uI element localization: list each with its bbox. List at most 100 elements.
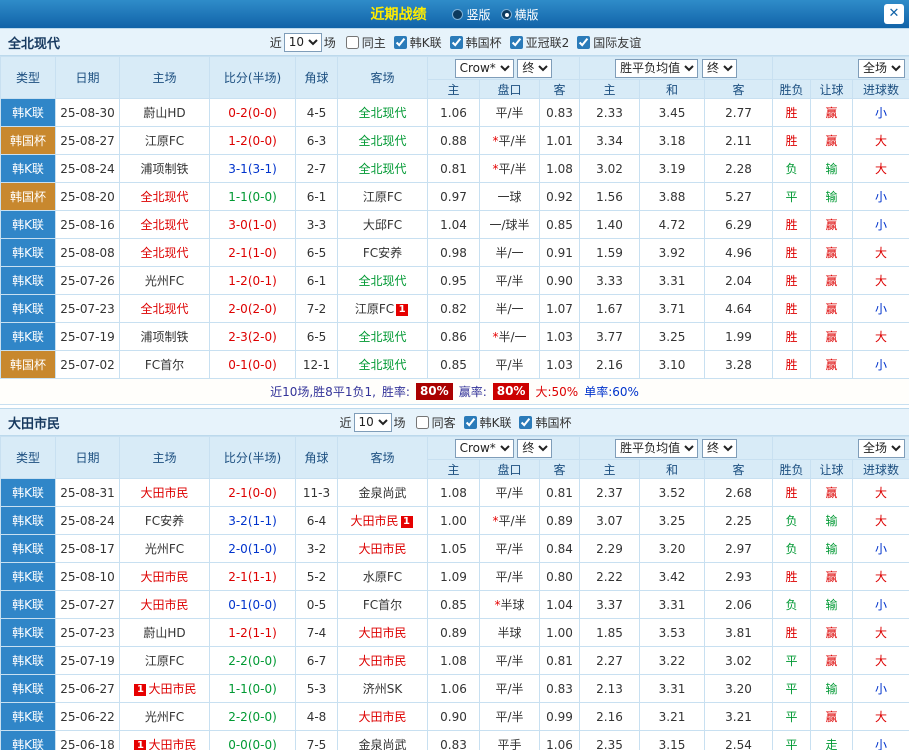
euro-home-odds: 1.85 — [579, 618, 641, 647]
league-checkbox-korcup[interactable] — [449, 35, 463, 49]
result-outcome: 负 — [772, 590, 812, 619]
over-rate-text: 大:50% — [535, 385, 579, 399]
asian-final-select[interactable]: 终 — [517, 438, 553, 458]
horizontal-layout-label[interactable]: 横版 — [515, 6, 539, 23]
euro-average-select[interactable]: 胜平负均值 — [615, 58, 699, 78]
vertical-layout-radio[interactable] — [452, 8, 464, 20]
league-filter-kleague[interactable]: 韩K联 — [456, 414, 511, 431]
euro-home-odds: 2.22 — [579, 562, 641, 591]
euro-draw-odds: 3.31 — [639, 590, 706, 619]
same-away-filter[interactable]: 同客 — [408, 414, 456, 431]
horizontal-layout-radio[interactable] — [500, 8, 512, 20]
league-checkbox-acl2[interactable] — [509, 35, 523, 49]
league-checkbox-kleague[interactable] — [393, 35, 407, 49]
recent-count-select[interactable]: 10 — [283, 32, 322, 52]
asterisk-mark: * — [492, 134, 499, 148]
away-team-cell: 济州SK — [337, 674, 428, 703]
home-team-cell: 全北现代 — [119, 294, 210, 323]
date-cell: 25-08-08 — [55, 238, 120, 267]
result-goals: 大 — [852, 506, 909, 535]
corners-cell: 6-5 — [295, 322, 338, 351]
league-filter-korcup[interactable]: 韩国杯 — [511, 414, 571, 431]
section1-team-name: 全北现代 — [8, 36, 61, 52]
asian-away-odds: 0.91 — [538, 238, 581, 267]
scope-select[interactable]: 全场 — [858, 58, 906, 78]
league-label: 韩国杯 — [535, 415, 572, 430]
euro-away-odds: 3.02 — [704, 646, 774, 675]
result-outcome: 胜 — [772, 350, 812, 379]
recent-count-select[interactable]: 10 — [353, 412, 392, 432]
euro-draw-odds: 3.42 — [639, 562, 706, 591]
away-team-cell: 全北现代 — [337, 126, 428, 155]
score-cell: 3-0(1-0) — [209, 210, 296, 239]
league-cell: 韩K联 — [0, 674, 56, 703]
league-filter-kleague[interactable]: 韩K联 — [386, 34, 442, 51]
same-away-checkbox[interactable] — [415, 415, 429, 429]
euro-draw-header: 和 — [639, 459, 706, 479]
same-home-filter[interactable]: 同主 — [338, 34, 386, 51]
home-team-cell: 江原FC — [119, 126, 210, 155]
asian-handicap: 平/半 — [479, 534, 540, 563]
vertical-layout-label[interactable]: 竖版 — [466, 6, 490, 23]
bookmaker-select[interactable]: Crow* — [454, 438, 514, 458]
asian-final-select[interactable]: 终 — [517, 58, 553, 78]
league-checkbox-korcup[interactable] — [519, 415, 533, 429]
league-filter-acl2[interactable]: 亚冠联2 — [502, 34, 569, 51]
scope-select-cell: 全场 — [772, 436, 909, 460]
asian-away-odds: 1.06 — [538, 730, 581, 750]
league-cell: 韩K联 — [0, 590, 56, 619]
league-filter-friendly[interactable]: 国际友谊 — [569, 34, 641, 51]
col-header-corner: 角球 — [295, 436, 338, 479]
league-checkbox-kleague[interactable] — [463, 415, 477, 429]
score-cell: 0-2(0-0) — [209, 98, 296, 127]
date-cell: 25-08-10 — [55, 562, 120, 591]
result-goals: 大 — [852, 266, 909, 295]
scope-select[interactable]: 全场 — [858, 438, 906, 458]
same-away-label: 同客 — [431, 415, 456, 430]
result-outcome: 平 — [772, 182, 812, 211]
asian-home-odds: 0.90 — [427, 702, 480, 731]
result-outcome: 胜 — [772, 266, 812, 295]
result-handicap: 输 — [810, 154, 854, 183]
same-home-label: 同主 — [361, 35, 386, 50]
league-cell: 韩K联 — [0, 506, 56, 535]
league-checkbox-friendly[interactable] — [577, 35, 591, 49]
section1-filters: 近 10 场 同主 韩K联 韩国杯 亚冠联2 国际友谊 — [268, 32, 641, 52]
asian-away-odds: 1.01 — [538, 126, 581, 155]
result-outcome: 胜 — [772, 238, 812, 267]
league-filter-korcup[interactable]: 韩国杯 — [442, 34, 502, 51]
date-cell: 25-08-17 — [55, 534, 120, 563]
euro-away-odds: 2.25 — [704, 506, 774, 535]
euro-away-odds: 3.21 — [704, 702, 774, 731]
result-goals: 小 — [852, 210, 909, 239]
result-goals: 大 — [852, 618, 909, 647]
corners-cell: 2-7 — [295, 154, 338, 183]
score-cell: 2-3(2-0) — [209, 322, 296, 351]
euro-draw-odds: 3.88 — [639, 182, 706, 211]
asian-odds-selects: Crow* 终 — [426, 56, 581, 80]
corners-cell: 12-1 — [295, 350, 338, 379]
close-icon[interactable]: ✕ — [884, 4, 904, 24]
result-outcome: 胜 — [772, 294, 812, 323]
asian-away-odds: 1.00 — [538, 618, 581, 647]
league-cell: 韩国杯 — [0, 182, 56, 211]
match-row: 韩K联 25-07-23 全北现代 2-0(2-0) 7-2 江原FC 1 0.82 半/一 1.… — [0, 294, 909, 323]
asian-handicap: 平/半 — [479, 674, 540, 703]
corners-cell: 11-3 — [295, 478, 338, 507]
result-handicap: 赢 — [810, 98, 854, 127]
result-handicap: 赢 — [810, 350, 854, 379]
bookmaker-select[interactable]: Crow* — [454, 58, 514, 78]
away-team-cell: 大田市民 — [337, 702, 428, 731]
corners-cell: 6-3 — [295, 126, 338, 155]
same-home-checkbox[interactable] — [345, 35, 359, 49]
date-cell: 25-08-24 — [55, 506, 120, 535]
euro-home-odds: 3.34 — [579, 126, 641, 155]
match-row: 韩国杯 25-07-02 FC首尔 0-1(0-0) 12-1 全北现代 0.85 平/半 1.… — [0, 350, 909, 379]
euro-final-select[interactable]: 终 — [701, 58, 737, 78]
asian-home-odds: 1.06 — [427, 98, 480, 127]
result-handicap: 赢 — [810, 702, 854, 731]
euro-average-select[interactable]: 胜平负均值 — [615, 438, 699, 458]
euro-final-select[interactable]: 终 — [701, 438, 737, 458]
asian-home-header: 主 — [427, 459, 480, 479]
asian-away-odds: 0.83 — [538, 674, 581, 703]
